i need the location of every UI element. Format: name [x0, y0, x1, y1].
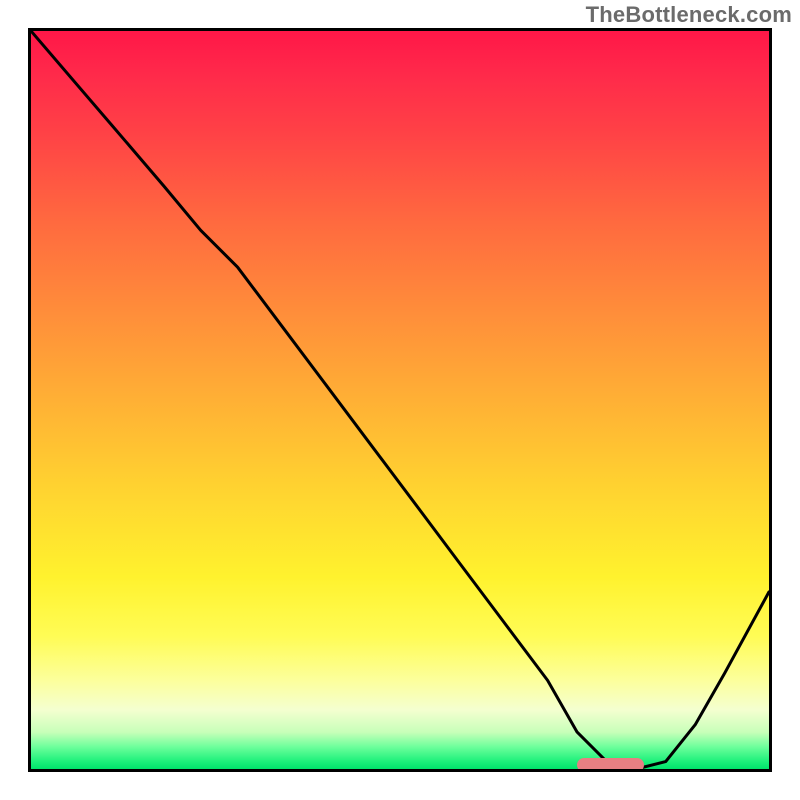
watermark-text: TheBottleneck.com: [586, 2, 792, 28]
plot-area: [28, 28, 772, 772]
line-series: [31, 31, 769, 769]
bottleneck-curve-path: [31, 31, 769, 769]
chart-root: TheBottleneck.com: [0, 0, 800, 800]
optimal-range-marker: [577, 758, 643, 772]
